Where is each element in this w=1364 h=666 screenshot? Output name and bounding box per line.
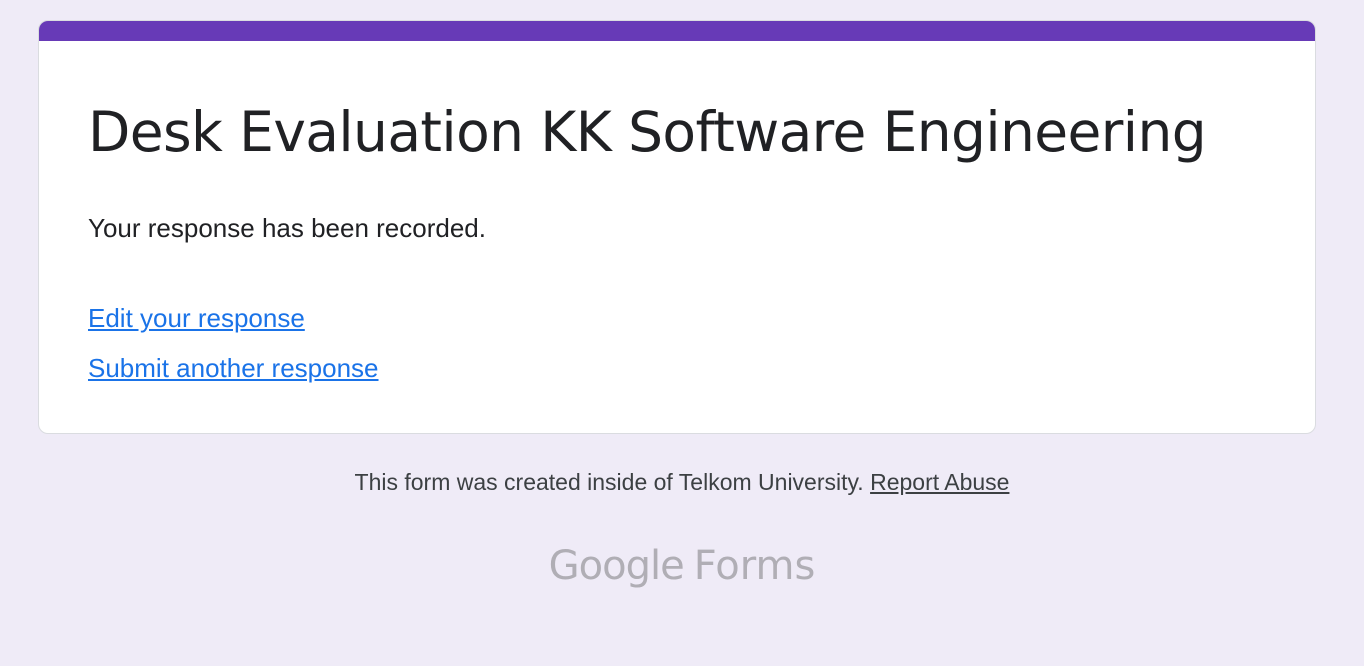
report-abuse-link[interactable]: Report Abuse xyxy=(870,469,1009,495)
form-card: Desk Evaluation KK Software Engineering … xyxy=(38,20,1316,434)
edit-response-link[interactable]: Edit your response xyxy=(88,301,305,335)
footer-text: This form was created inside of Telkom U… xyxy=(354,469,864,495)
google-logo-text: Google xyxy=(548,543,685,589)
form-title: Desk Evaluation KK Software Engineering xyxy=(88,100,1207,164)
footer: This form was created inside of Telkom U… xyxy=(0,464,1364,500)
card-accent-bar xyxy=(39,21,1315,41)
forms-logo-text: Forms xyxy=(693,543,816,589)
submit-another-response-link[interactable]: Submit another response xyxy=(88,351,379,385)
google-forms-logo[interactable]: Google Forms xyxy=(0,538,1364,594)
confirmation-message: Your response has been recorded. xyxy=(88,213,486,243)
